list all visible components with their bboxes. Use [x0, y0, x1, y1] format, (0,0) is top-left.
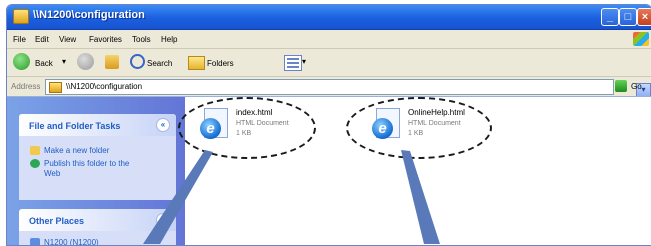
folder-icon [13, 9, 29, 24]
new-folder-icon [30, 146, 40, 155]
search-button-label[interactable]: Search [147, 59, 172, 68]
other-places-panel: Other Places « N1200 (N1200) [19, 209, 176, 245]
views-icon[interactable] [284, 55, 302, 71]
menu-bar: File Edit View Favorites Tools Help [7, 30, 651, 49]
address-value: \\N1200\configuration [66, 82, 143, 91]
menu-file[interactable]: File [13, 35, 26, 44]
menu-edit[interactable]: Edit [35, 35, 49, 44]
annotation-ellipse-index [178, 97, 316, 159]
task-pane: File and Folder Tasks « Make a new folde… [7, 97, 185, 245]
panel-header[interactable]: Other Places « [19, 209, 176, 231]
file-folder-tasks-panel: File and Folder Tasks « Make a new folde… [19, 114, 176, 200]
folder-icon [49, 82, 62, 93]
views-dropdown-icon[interactable]: ▾ [302, 57, 306, 66]
back-button-label[interactable]: Back [35, 59, 53, 68]
search-icon[interactable] [130, 54, 145, 69]
explorer-window: \\N1200\configuration _ □ × File Edit Vi… [6, 4, 651, 246]
go-button-label[interactable]: Go [631, 82, 642, 91]
panel-title: File and Folder Tasks [29, 121, 121, 131]
collapse-icon[interactable]: « [156, 118, 170, 132]
title-bar[interactable]: \\N1200\configuration _ □ × [7, 5, 651, 30]
forward-icon[interactable] [77, 53, 94, 70]
address-input[interactable]: \\N1200\configuration ▾ [45, 79, 651, 97]
windows-logo-icon [633, 32, 649, 46]
menu-help[interactable]: Help [161, 35, 177, 44]
network-drive-icon [30, 238, 40, 245]
folders-icon[interactable] [188, 56, 205, 70]
menu-view[interactable]: View [59, 35, 76, 44]
globe-icon [30, 159, 40, 168]
up-folder-icon[interactable] [105, 55, 119, 69]
close-button[interactable]: × [637, 8, 651, 26]
panel-title: Other Places [29, 216, 85, 226]
window-title: \\N1200\configuration [33, 9, 145, 21]
annotation-ellipse-onlinehelp [346, 97, 492, 159]
address-label: Address [11, 82, 41, 91]
back-icon[interactable] [13, 53, 30, 70]
address-bar: Address \\N1200\configuration ▾ Go [7, 77, 651, 97]
maximize-button[interactable]: □ [619, 8, 637, 26]
collapse-icon[interactable]: « [156, 213, 170, 227]
minimize-button[interactable]: _ [601, 8, 619, 26]
menu-favorites[interactable]: Favorites [89, 35, 122, 44]
go-icon[interactable] [615, 80, 627, 92]
content-area: File and Folder Tasks « Make a new folde… [7, 96, 651, 245]
folders-button-label[interactable]: Folders [207, 59, 234, 68]
panel-header[interactable]: File and Folder Tasks « [19, 114, 176, 136]
back-dropdown-icon[interactable]: ▾ [62, 57, 66, 66]
toolbar: Back ▾ Search Folders ▾ [7, 49, 651, 77]
menu-tools[interactable]: Tools [132, 35, 151, 44]
